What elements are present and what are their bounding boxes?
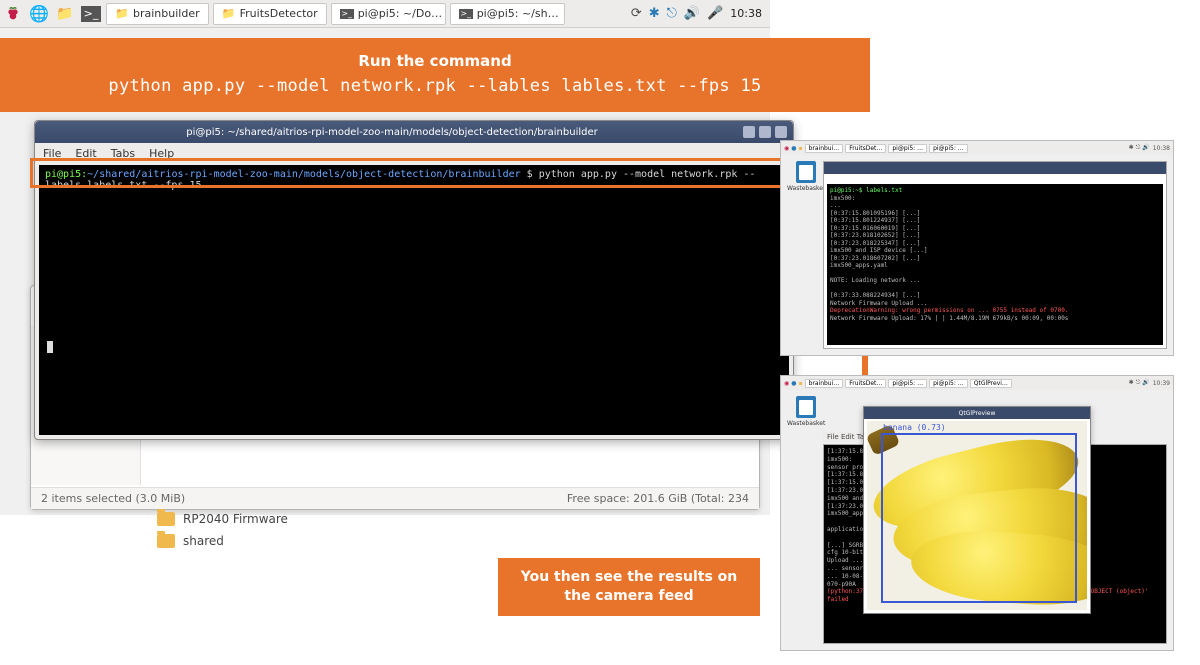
file-row[interactable]: RP2040 Firmware xyxy=(157,508,743,530)
terminal-screen[interactable]: pi@pi5:~/shared/aitrios-rpi-model-zoo-ma… xyxy=(39,165,789,435)
mini-taskbar: ◉ ● ▪ brainbui… FruitsDet… pi@pi5: … pi@… xyxy=(781,141,1173,155)
mini-terminal: pi@pi5:~$ labels.txtimx500:...[0:37:15.8… xyxy=(823,161,1167,349)
mini-task-item: QtGlPrevi… xyxy=(970,379,1012,388)
taskbar-item-terminal1[interactable]: >_ pi@pi5: ~/Do… xyxy=(331,3,446,25)
callout-title: Run the command xyxy=(10,52,860,70)
folder-icon: ▪ xyxy=(799,380,803,387)
mini-task-item: FruitsDet… xyxy=(845,144,886,153)
terminal-titlebar[interactable]: pi@pi5: ~/shared/aitrios-rpi-model-zoo-m… xyxy=(35,121,793,143)
terminal-icon: >_ xyxy=(340,8,354,20)
taskbar-item-label: FruitsDetector xyxy=(240,7,318,20)
terminal-window[interactable]: pi@pi5: ~/shared/aitrios-rpi-model-zoo-m… xyxy=(34,120,794,440)
mini-task-item: pi@pi5: … xyxy=(888,144,927,153)
bluetooth-icon[interactable]: ✱ xyxy=(649,6,660,21)
system-tray: ⟳ ✱ ⎋ 🔊 🎤 10:38 xyxy=(631,6,770,21)
prompt-path: ~/shared/aitrios-rpi-model-zoo-main/mode… xyxy=(87,169,520,180)
file-name: shared xyxy=(183,534,224,548)
detection-bbox: banana (0.73) xyxy=(881,433,1077,603)
refresh-icon[interactable]: ⟳ xyxy=(631,6,642,21)
folder-icon: ▪ xyxy=(799,145,803,152)
folder-icon: 📁 xyxy=(115,8,129,20)
window-controls[interactable] xyxy=(743,126,787,138)
prompt-user: pi@pi5 xyxy=(45,169,81,180)
mic-icon[interactable]: 🎤 xyxy=(707,6,723,21)
file-manager-icon[interactable]: 📁 xyxy=(53,2,77,26)
menu-edit[interactable]: Edit xyxy=(75,147,96,160)
wastebasket-icon: Wastebasket xyxy=(787,396,825,427)
camera-preview-window: QtGlPreview banana (0.73) xyxy=(863,406,1091,614)
mini-taskbar: ◉ ● ▪ brainbui… FruitsDet… pi@pi5: … pi@… xyxy=(781,376,1173,390)
raspberry-menu-icon[interactable] xyxy=(1,2,25,26)
browser-icon: ● xyxy=(791,145,796,152)
file-row[interactable]: shared xyxy=(157,530,743,552)
taskbar-item-label: pi@pi5: ~/sh… xyxy=(477,7,559,20)
clock: 10:38 xyxy=(730,7,762,20)
taskbar-item-label: pi@pi5: ~/Do… xyxy=(358,7,442,20)
terminal-icon: >_ xyxy=(459,8,473,20)
browser-icon: ● xyxy=(791,380,796,387)
callout-run-command: Run the command python app.py --model ne… xyxy=(0,38,870,112)
mini-task-item: pi@pi5: … xyxy=(929,379,968,388)
folder-icon: 📁 xyxy=(222,8,236,20)
mini-task-item: brainbui… xyxy=(805,379,844,388)
mini-task-item: FruitsDet… xyxy=(845,379,886,388)
callout-command-text: python app.py --model network.rpk --labl… xyxy=(10,76,860,96)
wastebasket-icon: Wastebasket xyxy=(787,161,825,192)
volume-icon[interactable]: 🔊 xyxy=(684,6,700,21)
folder-icon xyxy=(157,512,175,526)
thumbnail-push-model: ◉ ● ▪ brainbui… FruitsDet… pi@pi5: … pi@… xyxy=(780,140,1174,356)
mini-task-item: brainbui… xyxy=(805,144,844,153)
detection-label: banana (0.73) xyxy=(883,423,946,432)
taskbar-item-terminal2[interactable]: >_ pi@pi5: ~/sh… xyxy=(450,3,565,25)
taskbar-item-label: brainbuilder xyxy=(133,7,200,20)
taskbar-item-fruitsdetector[interactable]: 📁 FruitsDetector xyxy=(213,3,327,25)
mini-tray: ✱ ⎋ 🔊 10:38 xyxy=(1129,144,1170,152)
callout-text: You then see the results on the camera f… xyxy=(521,569,738,604)
terminal-menubar: File Edit Tabs Help xyxy=(35,143,793,163)
menu-help[interactable]: Help xyxy=(149,147,174,160)
menu-tabs[interactable]: Tabs xyxy=(111,147,135,160)
status-free-space: Free space: 201.6 GiB (Total: 234 xyxy=(567,492,749,505)
menu-file[interactable]: File xyxy=(43,147,61,160)
raspberry-menu-icon: ◉ xyxy=(784,380,789,387)
wifi-icon[interactable]: ⎋ xyxy=(667,6,677,21)
mini-task-item: pi@pi5: … xyxy=(929,144,968,153)
callout-results: You then see the results on the camera f… xyxy=(498,558,760,616)
mini-task-item: pi@pi5: … xyxy=(888,379,927,388)
preview-title: QtGlPreview xyxy=(864,407,1090,419)
mini-tray: ✱ ⎋ 🔊 10:39 xyxy=(1129,379,1170,387)
folder-icon xyxy=(157,534,175,548)
thumbnail-camera-feed: ◉ ● ▪ brainbui… FruitsDet… pi@pi5: … pi@… xyxy=(780,375,1174,651)
raspberry-menu-icon: ◉ xyxy=(784,145,789,152)
text-cursor-icon xyxy=(47,341,53,353)
file-name: RP2040 Firmware xyxy=(183,512,288,526)
browser-icon[interactable]: 🌐 xyxy=(27,2,51,26)
terminal-launcher-icon[interactable]: >_ xyxy=(79,2,103,26)
taskbar-item-brainbuilder[interactable]: 📁 brainbuilder xyxy=(106,3,209,25)
status-selection: 2 items selected (3.0 MiB) xyxy=(41,492,185,505)
mini-terminal-output: pi@pi5:~$ labels.txtimx500:...[0:37:15.8… xyxy=(827,184,1163,345)
taskbar: 🌐 📁 >_ 📁 brainbuilder 📁 FruitsDetector >… xyxy=(0,0,770,28)
file-manager-statusbar: 2 items selected (3.0 MiB) Free space: 2… xyxy=(31,487,759,509)
terminal-title: pi@pi5: ~/shared/aitrios-rpi-model-zoo-m… xyxy=(41,127,743,138)
